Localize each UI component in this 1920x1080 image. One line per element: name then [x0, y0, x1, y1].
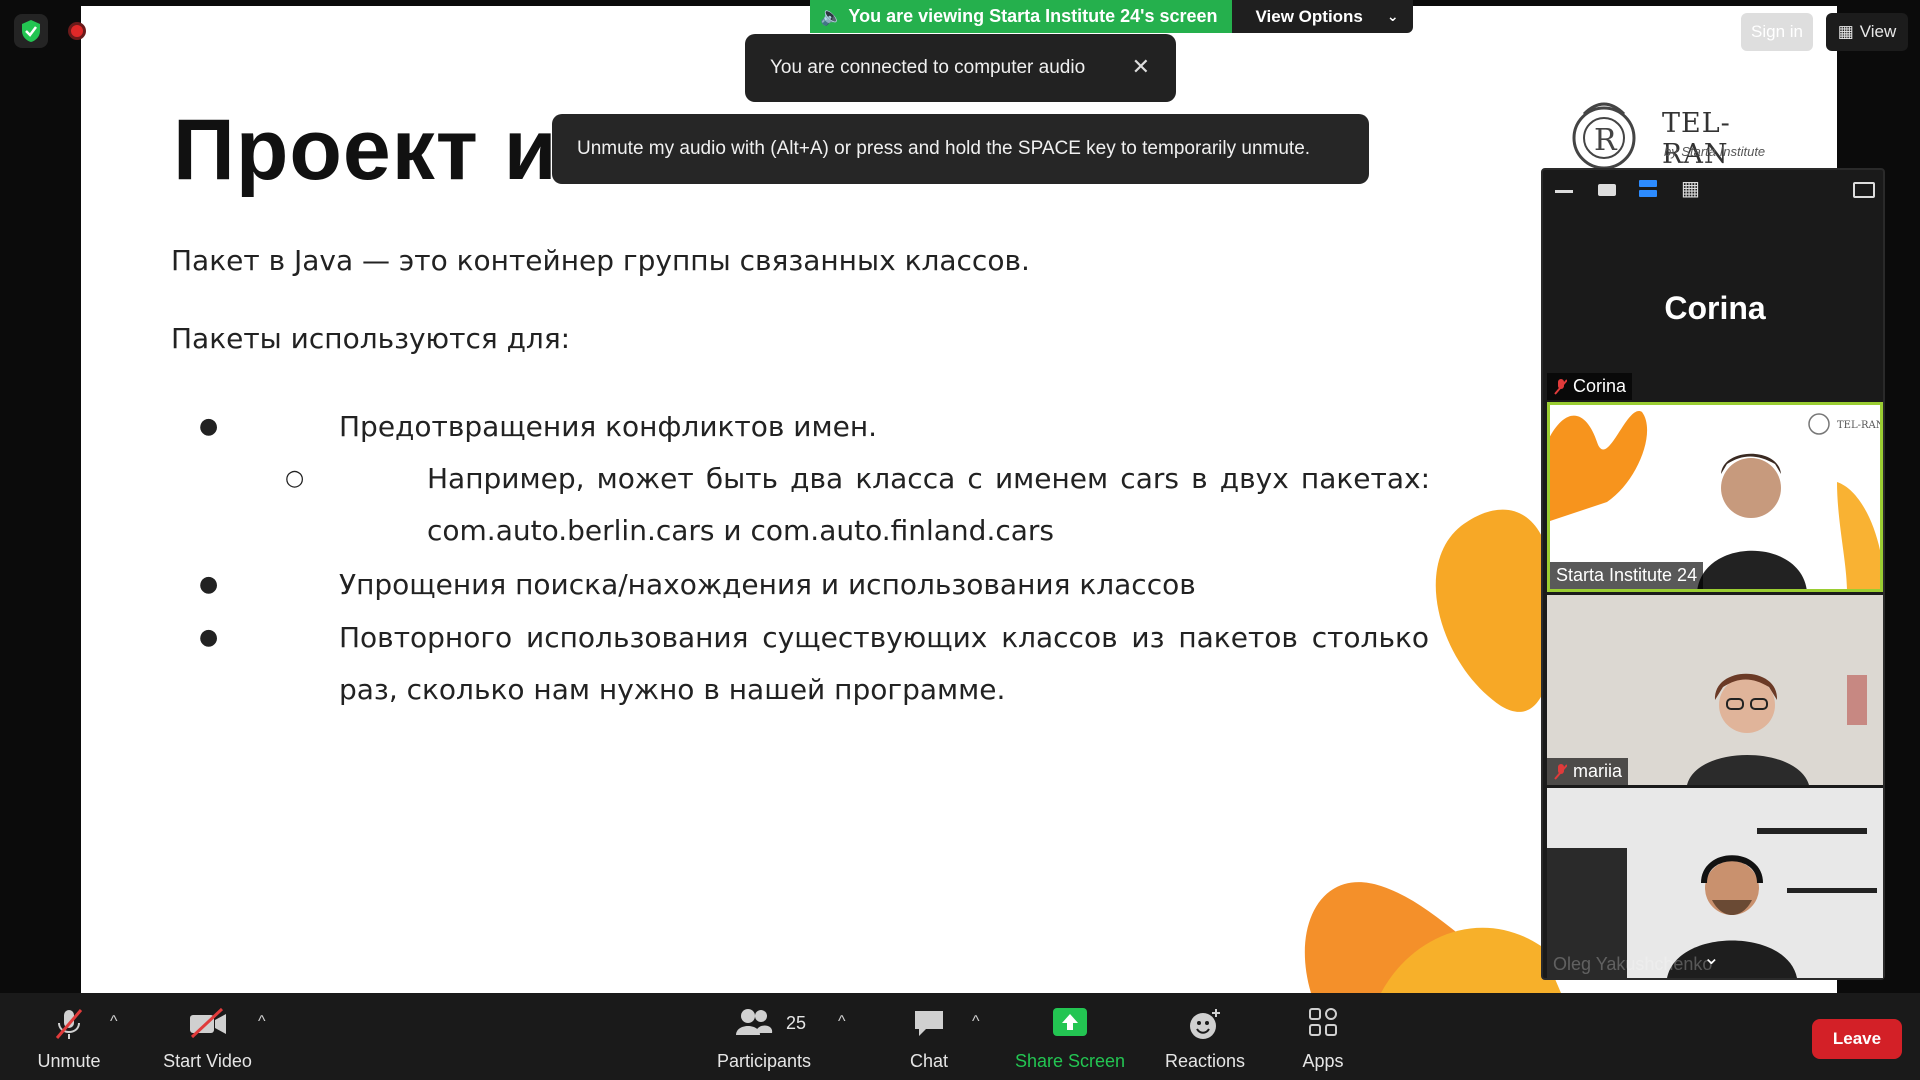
audio-connected-toast: You are connected to computer audio ✕	[745, 34, 1176, 102]
screen-share-banner: 🔈 You are viewing Starta Institute 24's …	[810, 0, 1413, 33]
start-video-button[interactable]: Start Video	[155, 993, 260, 1080]
sub-bullet-circle-icon: ○	[285, 466, 305, 491]
view-button[interactable]: ▦ View	[1826, 13, 1908, 51]
sign-in-button[interactable]: Sign in	[1741, 13, 1813, 51]
smiley-plus-icon	[1190, 1009, 1220, 1039]
tel-ran-emblem-icon: R	[1572, 102, 1636, 170]
apps-grid-icon	[1309, 1008, 1337, 1036]
sub-bullet-text: Например, может быть два класса с именем…	[427, 462, 1430, 547]
shield-check-icon	[22, 20, 40, 42]
participants-button[interactable]: 25 Participants	[712, 993, 816, 1080]
participant-label: Starta Institute 24	[1550, 562, 1704, 589]
participant-tile[interactable]: Corina Corina	[1547, 210, 1883, 400]
tel-ran-logo: R TEL-RAN by Starta Institute	[1554, 94, 1784, 174]
strip-view-icon[interactable]	[1639, 180, 1657, 198]
chat-button[interactable]: Chat	[898, 993, 960, 1080]
participant-tile-active-speaker[interactable]: TEL-RAN Starta Institute 24	[1547, 402, 1883, 592]
unmute-button[interactable]: Unmute	[25, 993, 113, 1080]
svg-text:R: R	[1594, 123, 1618, 158]
sub-bullet-item: ○ Например, может быть два класса с имен…	[285, 453, 1435, 557]
apps-button[interactable]: Apps	[1293, 993, 1353, 1080]
slide-uses-heading: Пакеты используются для:	[171, 322, 571, 355]
muted-mic-icon	[1554, 378, 1567, 395]
share-screen-button[interactable]: Share Screen	[1010, 993, 1130, 1080]
participant-label: Corina	[1547, 373, 1633, 400]
chat-options-caret-icon[interactable]: ^	[972, 1013, 980, 1031]
bullet-text: Предотвращения конфликтов имен.	[339, 410, 878, 443]
speaker-view-icon[interactable]	[1598, 184, 1616, 196]
encryption-shield-icon[interactable]	[14, 14, 48, 48]
recording-indicator-icon[interactable]	[68, 22, 86, 40]
svg-text:TEL-RAN: TEL-RAN	[1837, 420, 1883, 431]
logo-subtitle: by Starta Institute	[1664, 144, 1766, 159]
unmute-hint-tooltip: Unmute my audio with (Alt+A) or press an…	[552, 114, 1369, 184]
bullet-item: ● Предотвращения конфликтов имен.	[199, 401, 1439, 453]
speaker-icon: 🔈	[820, 6, 843, 26]
bullet-text: Упрощения поиска/нахождения и использова…	[339, 568, 1196, 601]
share-screen-arrow-icon	[1053, 1008, 1087, 1036]
bullet-text: Повторного использования существующих кл…	[339, 621, 1429, 706]
participants-count: 25	[786, 1013, 807, 1033]
grid-view-icon: ▦	[1837, 22, 1854, 41]
video-options-caret-icon[interactable]: ^	[258, 1013, 266, 1031]
viewing-screen-label: 🔈 You are viewing Starta Institute 24's …	[810, 0, 1232, 33]
muted-mic-icon	[1554, 763, 1567, 780]
meeting-toolbar: Unmute ^ Start Video ^ 25 Participants ^…	[0, 993, 1920, 1080]
video-feed	[1547, 595, 1883, 785]
video-gallery-panel: ▦ Corina Corina TEL-RAN Starta Institute…	[1541, 168, 1885, 980]
view-options-button[interactable]: View Options ⌄	[1231, 0, 1413, 33]
minimize-icon[interactable]	[1555, 190, 1573, 193]
chat-bubble-icon	[915, 1011, 943, 1036]
participant-name-large: Corina	[1664, 290, 1766, 326]
bullet-dot-icon: ●	[199, 414, 219, 439]
participant-label: mariia	[1547, 758, 1629, 785]
video-off-icon	[189, 1007, 226, 1039]
gallery-toolbar: ▦	[1543, 170, 1883, 210]
chevron-down-icon: ⌄	[1386, 8, 1399, 24]
gallery-grid-icon[interactable]: ▦	[1681, 179, 1700, 199]
leave-meeting-button[interactable]: Leave	[1812, 1019, 1902, 1059]
bullet-item: ● Повторного использования существующих …	[199, 612, 1439, 716]
mic-muted-icon	[55, 1009, 83, 1039]
exit-panel-icon[interactable]	[1853, 182, 1875, 198]
participant-tile[interactable]: mariia	[1547, 595, 1883, 785]
bullet-item: ● Упрощения поиска/нахождения и использо…	[199, 559, 1439, 611]
participants-icon	[735, 1009, 772, 1035]
scroll-down-chevron-icon[interactable]: ⌄	[1703, 945, 1720, 970]
close-icon[interactable]: ✕	[1132, 54, 1150, 80]
slide-intro: Пакет в Java — это контейнер группы связ…	[171, 244, 1030, 277]
reactions-button[interactable]: Reactions	[1155, 993, 1255, 1080]
participant-label: Oleg Yakushchenko	[1553, 954, 1713, 974]
audio-options-caret-icon[interactable]: ^	[110, 1013, 118, 1031]
bullet-dot-icon: ●	[199, 572, 219, 597]
bullet-dot-icon: ●	[199, 625, 219, 650]
participants-options-caret-icon[interactable]: ^	[838, 1013, 846, 1031]
logo-name: TEL-RAN	[1662, 108, 1731, 170]
